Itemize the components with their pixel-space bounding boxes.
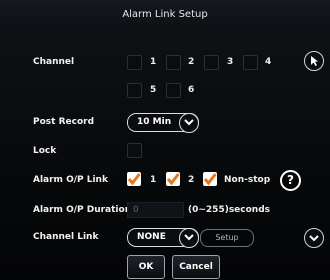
channel-1-checkbox[interactable]: [127, 55, 142, 70]
post-record-value: 10 Min: [137, 117, 172, 127]
alarm-op-2-checkbox[interactable]: [166, 172, 180, 186]
alarm-op-duration-input[interactable]: 0: [127, 202, 184, 218]
channel-4-checkbox[interactable]: [243, 55, 258, 70]
channel-3-label: 3: [227, 57, 234, 67]
alarm-op-duration-label: Alarm O/P Duration: [33, 205, 132, 215]
channel-5-checkbox[interactable]: [127, 83, 142, 98]
channel-link-dropdown[interactable]: NONE: [127, 228, 199, 248]
cursor-icon[interactable]: [304, 51, 324, 71]
lock-label: Lock: [33, 146, 57, 156]
non-stop-checkbox[interactable]: [203, 172, 217, 186]
channel-1-label: 1: [150, 57, 157, 67]
cancel-button[interactable]: Cancel: [172, 255, 220, 279]
channel-2-checkbox[interactable]: [166, 55, 181, 70]
help-icon[interactable]: ?: [280, 170, 301, 191]
setup-button[interactable]: Setup: [200, 229, 254, 247]
chevron-down-icon: [179, 113, 199, 133]
channel-5-label: 5: [150, 85, 157, 95]
channel-4-label: 4: [265, 57, 272, 67]
dialog-title: Alarm Link Setup: [0, 0, 330, 32]
channel-link-label: Channel Link: [33, 232, 99, 242]
channel-6-label: 6: [188, 85, 195, 95]
channel-label: Channel: [33, 57, 75, 67]
expand-button[interactable]: [304, 228, 324, 248]
ok-button[interactable]: OK: [127, 255, 165, 279]
channel-6-checkbox[interactable]: [166, 83, 181, 98]
channel-link-value: NONE: [137, 232, 166, 242]
post-record-dropdown[interactable]: 10 Min: [127, 113, 199, 133]
channel-3-checkbox[interactable]: [204, 55, 219, 70]
channel-2-label: 2: [188, 57, 195, 67]
alarm-link-setup-dialog: Alarm Link Setup Channel 1 2 3 4 5 6 Pos…: [0, 0, 330, 280]
chevron-down-icon: [179, 228, 199, 248]
alarm-op-1-label: 1: [150, 175, 157, 185]
alarm-op-duration-hint: (0~255)seconds: [188, 205, 271, 215]
non-stop-label: Non-stop: [224, 175, 271, 185]
lock-checkbox[interactable]: [127, 143, 142, 158]
alarm-op-link-label: Alarm O/P Link: [33, 175, 108, 185]
post-record-label: Post Record: [33, 117, 95, 127]
alarm-op-2-label: 2: [188, 175, 195, 185]
alarm-op-1-checkbox[interactable]: [127, 172, 141, 186]
chevron-down-icon: [309, 235, 319, 242]
